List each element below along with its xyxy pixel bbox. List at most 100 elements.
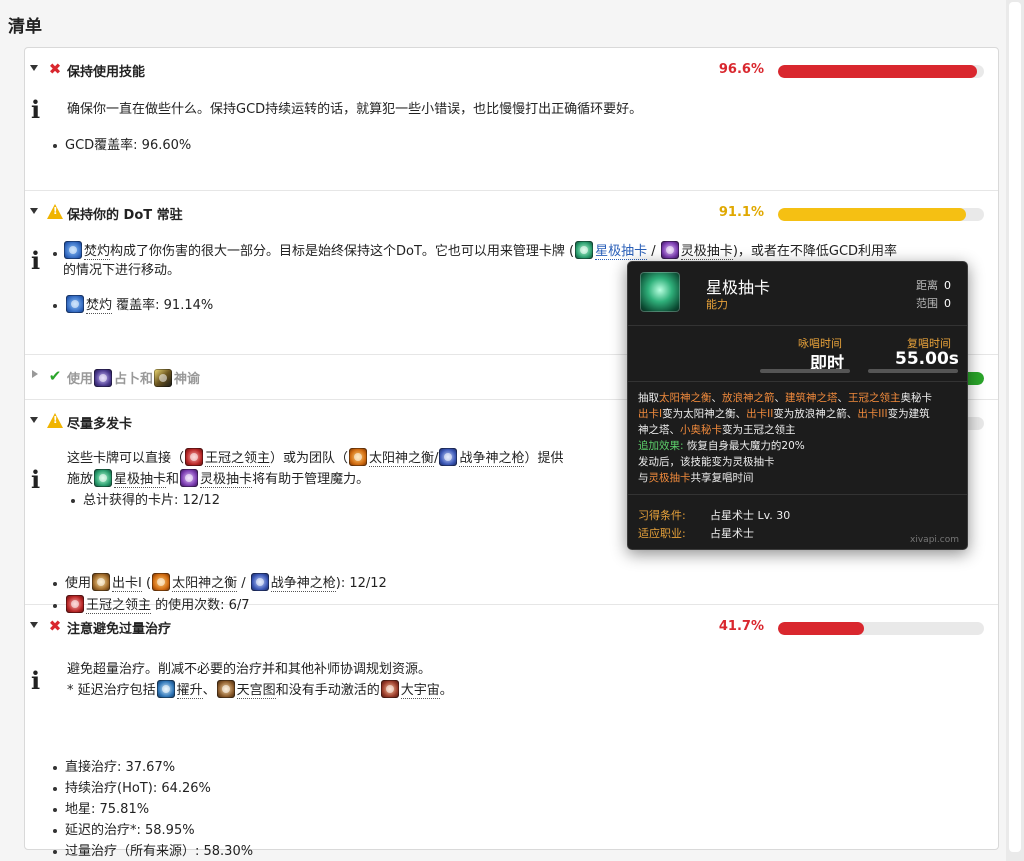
cast-bar — [760, 369, 850, 373]
desc-text: * 延迟治疗包括 — [67, 683, 156, 698]
requirement-text: / — [237, 576, 250, 591]
divination-label: 占卜 — [114, 372, 141, 387]
applicable-job: 适应职业: 占星术士 — [638, 527, 754, 540]
tooltip-action-name: 星极抽卡 — [706, 278, 771, 297]
combust-link[interactable]: 焚灼 — [84, 244, 111, 260]
draw-icon — [92, 573, 111, 591]
the-spear-icon — [439, 448, 458, 466]
warning-icon — [47, 413, 63, 428]
macrocosmos-link[interactable]: 大宇宙 — [400, 683, 440, 699]
progress-fill — [778, 622, 864, 635]
desc-text: 和 — [166, 472, 180, 487]
tooltip-footer: 习得条件: 占星术士 Lv. 30 适应职业: 占星术士 xivapi.com — [628, 494, 967, 549]
rule-percent: 91.1% — [718, 205, 764, 220]
requirement-item: 使用 出卡I (太阳神之衡 / 战争神之枪): 12/12 — [53, 573, 953, 595]
title-text: 和 — [140, 372, 154, 387]
fail-x-icon: ✖ — [48, 60, 62, 78]
requirement-item: 过量治疗（所有来源）: 58.30% — [53, 841, 953, 861]
tooltip-range: 距离 0 — [916, 277, 951, 293]
astral-draw-icon — [94, 469, 113, 487]
horoscope-icon — [216, 680, 235, 698]
desc-text: 避免超量治疗。削减不必要的治疗并和其他补师协调规划资源。 — [67, 662, 432, 677]
caret-down-icon — [30, 622, 38, 628]
info-icon: i — [31, 95, 41, 124]
tt-line: 与灵极抽卡共享复唱时间 — [638, 472, 754, 484]
lord-of-crowns-link[interactable]: 王冠之领主 — [205, 451, 271, 467]
progress-fill — [778, 208, 966, 221]
tt-line: 神之塔、小奥秘卡变为王冠之领主 — [638, 424, 796, 436]
divination-icon — [94, 369, 113, 387]
macrocosmos-icon — [380, 680, 399, 698]
tooltip-source: xivapi.com — [910, 535, 959, 545]
learn-condition: 习得条件: 占星术士 Lv. 30 — [638, 509, 791, 522]
umbral-draw-link[interactable]: 灵极抽卡 — [200, 472, 253, 488]
desc-text: ）提供 — [524, 451, 564, 466]
oracle-icon — [154, 369, 173, 387]
desc-text: 这些卡牌可以直接（ — [67, 451, 185, 466]
page-title: 清单 — [8, 17, 42, 37]
combust-spell-icon — [64, 241, 82, 259]
caret-down-icon — [30, 208, 38, 214]
the-balance-icon — [152, 573, 171, 591]
tt-line: 出卡I变为太阳神之衡、出卡II变为放浪神之箭、出卡III变为建筑 — [638, 408, 930, 420]
requirements-list: GCD覆盖率: 96.60% — [53, 135, 953, 156]
astral-draw-link[interactable]: 星极抽卡 — [595, 244, 648, 260]
the-balance-link[interactable]: 太阳神之衡 — [172, 576, 238, 592]
tooltip-header: 星极抽卡 能力 距离 0 范围 0 — [628, 262, 967, 326]
rule-header[interactable]: ✖ 注意避免过量治疗 41.7% — [25, 605, 998, 651]
info-icon: i — [31, 246, 41, 275]
rule-header[interactable]: 保持你的 DoT 常驻 91.1% — [25, 191, 998, 237]
sub-item: 总计获得的卡片: 12/12 — [71, 490, 627, 511]
the-balance-icon — [349, 448, 368, 466]
desc-text: 构成了你伤害的很大一部分。目标是始终保持这个DoT。它也可以用来管理卡牌 ( — [110, 244, 575, 259]
horoscope-link[interactable]: 天宫图 — [236, 683, 276, 699]
requirement-item: GCD覆盖率: 96.60% — [53, 135, 953, 156]
tt-line: 发动后，该技能变为灵极抽卡 — [638, 456, 775, 468]
recast-time-value: 55.00s — [895, 349, 959, 369]
rule-title: 尽量多发卡 — [67, 417, 133, 432]
requirement-item: 直接治疗: 37.67% — [53, 757, 953, 778]
the-spear-link[interactable]: 战争神之枪 — [459, 451, 525, 467]
progress-bar — [778, 622, 984, 635]
rule-title: 注意避免过量治疗 — [67, 622, 172, 637]
umbral-draw-link[interactable]: 灵极抽卡 — [680, 244, 733, 260]
desc-text: ）或为团队（ — [270, 451, 349, 466]
rule-title: 使用 占卜和 神谕 — [67, 368, 200, 387]
combust-link[interactable]: 焚灼 — [86, 298, 113, 314]
progress-fill — [778, 65, 977, 78]
exaltation-link[interactable]: 擢升 — [176, 683, 203, 699]
the-spear-link[interactable]: 战争神之枪 — [270, 576, 336, 592]
draw-link[interactable]: 出卡I — [112, 576, 142, 592]
rule-description: 这些卡牌可以直接（ 王冠之领主）或为团队（ 太阳神之衡/ 战争神之枪）提供 施放 星极抽… — [67, 448, 627, 511]
combust-spell-icon — [66, 295, 84, 313]
scrollbar[interactable] — [1006, 0, 1024, 861]
requirement-text: 使用 — [65, 576, 92, 591]
rule-header[interactable]: ✖ 保持使用技能 96.6% — [25, 48, 998, 94]
tooltip-cast-row: 咏唱时间 即时 复唱时间 55.00s — [628, 327, 967, 382]
check-icon: ✔ — [48, 367, 62, 385]
desc-text: )，或者在不降低GCD利用率 — [732, 244, 898, 259]
tt-line: 抽取太阳神之衡、放浪神之箭、建筑神之塔、王冠之领主奥秘卡 — [638, 392, 932, 404]
umbral-draw-icon — [180, 469, 199, 487]
desc-text: 将有助于管理魔力。 — [252, 472, 370, 487]
rule-description: 确保你一直在做些什么。保持GCD持续运转的话，就算犯一些小错误，也比慢慢打出正确… — [67, 102, 643, 117]
astral-draw-link[interactable]: 星极抽卡 — [114, 472, 167, 488]
desc-sep: / — [647, 244, 660, 259]
requirement-text: ( — [141, 576, 152, 591]
tooltip-radius: 范围 0 — [916, 295, 951, 311]
exaltation-icon — [156, 680, 175, 698]
rule-description: 避免超量治疗。削减不必要的治疗并和其他补师协调规划资源。 * 延迟治疗包括 擢升、… — [67, 659, 987, 701]
sub-list: 总计获得的卡片: 12/12 — [67, 490, 627, 511]
caret-down-icon — [30, 417, 38, 423]
the-balance-link[interactable]: 太阳神之衡 — [369, 451, 435, 467]
tooltip-action-type: 能力 — [706, 298, 728, 311]
scrollbar-thumb[interactable] — [1009, 2, 1021, 852]
info-icon: i — [31, 666, 41, 695]
range-value: 0 — [944, 279, 951, 292]
rule-title: 保持使用技能 — [67, 65, 146, 80]
warning-icon — [47, 204, 63, 219]
requirement-item: 持续治疗(HoT): 64.26% — [53, 778, 953, 799]
radius-label: 范围 — [916, 297, 938, 310]
oracle-label: 神谕 — [174, 372, 201, 387]
rule-percent: 96.6% — [718, 62, 764, 77]
